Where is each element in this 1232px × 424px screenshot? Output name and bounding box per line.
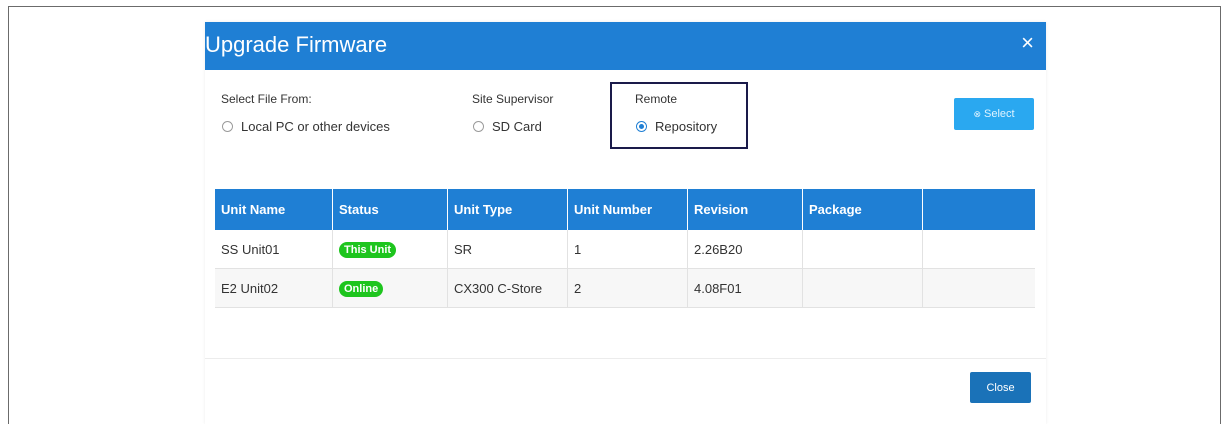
col-unit-type[interactable]: Unit Type: [447, 189, 568, 230]
col-revision[interactable]: Revision: [687, 189, 803, 230]
select-button-label: Select: [983, 108, 1015, 120]
site-supervisor-label: Site Supervisor: [472, 92, 554, 106]
cell-package: [802, 230, 923, 269]
sd-card-radio-option[interactable]: SD Card: [473, 119, 542, 134]
cell-unit-number: 1: [567, 230, 688, 269]
table-header-row: Unit Name Status Unit Type Unit Number R…: [215, 189, 1035, 230]
col-unit-number[interactable]: Unit Number: [567, 189, 688, 230]
dialog-header: Upgrade Firmware ×: [205, 22, 1046, 70]
cell-extra: [922, 268, 1035, 308]
footer-divider: [205, 358, 1046, 359]
repository-radio-option[interactable]: Repository: [636, 119, 717, 134]
cell-revision: 2.26B20: [687, 230, 803, 269]
local-pc-radio[interactable]: [222, 121, 233, 132]
status-badge: This Unit: [339, 241, 397, 258]
local-pc-label: Local PC or other devices: [241, 119, 390, 134]
sd-card-label: SD Card: [492, 119, 542, 134]
sd-card-radio[interactable]: [473, 121, 484, 132]
units-table-container: Unit Name Status Unit Type Unit Number R…: [215, 189, 1035, 308]
cell-status: Online: [332, 268, 448, 308]
table-row[interactable]: E2 Unit02 Online CX300 C-Store 2 4.08F01: [215, 268, 1035, 308]
cell-package: [802, 268, 923, 308]
local-pc-radio-option[interactable]: Local PC or other devices: [222, 119, 390, 134]
cell-unit-type: SR: [447, 230, 568, 269]
remote-label: Remote: [635, 92, 678, 106]
col-extra: [922, 189, 1035, 230]
cell-unit-name: E2 Unit02: [215, 268, 333, 308]
select-icon: ⊗: [973, 108, 981, 119]
select-button[interactable]: ⊗ Select: [954, 98, 1034, 130]
status-badge: Online: [339, 280, 384, 297]
units-table: Unit Name Status Unit Type Unit Number R…: [215, 189, 1035, 308]
cell-revision: 4.08F01: [687, 268, 803, 308]
cell-unit-number: 2: [567, 268, 688, 308]
select-file-from-label: Select File From:: [221, 92, 312, 106]
col-status[interactable]: Status: [332, 189, 448, 230]
cell-status: This Unit: [332, 230, 448, 269]
cell-extra: [922, 230, 1035, 269]
repository-radio[interactable]: [636, 121, 647, 132]
dialog-title: Upgrade Firmware: [205, 32, 388, 57]
col-unit-name[interactable]: Unit Name: [215, 189, 333, 230]
col-package[interactable]: Package: [802, 189, 923, 230]
close-icon[interactable]: ×: [1021, 32, 1034, 54]
repository-label: Repository: [655, 119, 718, 134]
cell-unit-name: SS Unit01: [215, 230, 333, 269]
close-button[interactable]: Close: [970, 372, 1031, 403]
upgrade-firmware-dialog: Upgrade Firmware × Select File From: Loc…: [205, 22, 1046, 424]
remote-highlight-box: [610, 82, 748, 149]
cell-unit-type: CX300 C-Store: [447, 268, 568, 308]
table-row[interactable]: SS Unit01 This Unit SR 1 2.26B20: [215, 230, 1035, 269]
